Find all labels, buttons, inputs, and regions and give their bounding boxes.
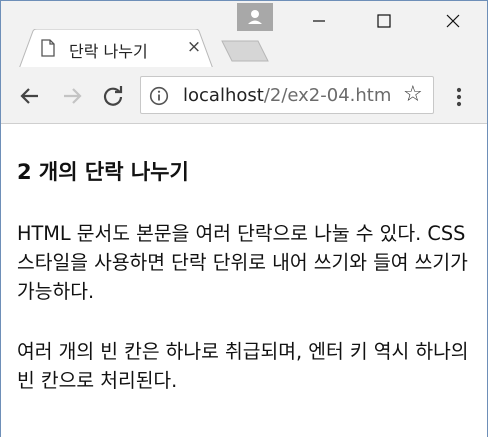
url-host: localhost bbox=[183, 85, 264, 106]
browser-window: 단락 나누기 × localhost/2/ex2-04.htm ☆ 2 개의 단… bbox=[0, 0, 488, 437]
close-icon[interactable] bbox=[438, 9, 468, 33]
url-path: /2/ex2-04.htm bbox=[263, 85, 392, 106]
tab-close-icon[interactable]: × bbox=[185, 37, 203, 57]
star-icon[interactable]: ☆ bbox=[403, 83, 423, 107]
new-tab-button[interactable] bbox=[220, 39, 272, 63]
maximize-icon[interactable] bbox=[369, 9, 399, 33]
paragraph-2: 여러 개의 빈 칸은 하나로 취급되며, 엔터 키 역시 하나의 빈 칸으로 처… bbox=[17, 340, 469, 392]
url-text[interactable]: localhost/2/ex2-04.htm bbox=[183, 85, 395, 106]
tab-strip: 단락 나누기 × bbox=[1, 1, 487, 69]
toolbar: localhost/2/ex2-04.htm ☆ bbox=[1, 67, 487, 124]
page-content: 2 개의 단락 나누기 HTML 문서도 본문을 여러 단락으로 나눌 수 있다… bbox=[1, 125, 487, 437]
person-icon[interactable] bbox=[237, 3, 273, 31]
kebab-menu-icon[interactable] bbox=[448, 85, 470, 109]
info-icon[interactable] bbox=[149, 86, 169, 106]
back-arrow-icon[interactable] bbox=[17, 83, 43, 109]
reload-icon[interactable] bbox=[100, 83, 126, 109]
tab-title: 단락 나누기 bbox=[69, 42, 148, 61]
address-bar[interactable]: localhost/2/ex2-04.htm ☆ bbox=[140, 76, 434, 114]
paragraph-1: HTML 문서도 본문을 여러 단락으로 나눌 수 있다. CSS 스타일을 사… bbox=[17, 222, 468, 303]
page-icon bbox=[41, 39, 55, 57]
page-heading: 2 개의 단락 나누기 bbox=[17, 160, 189, 184]
minimize-icon[interactable] bbox=[304, 9, 334, 33]
forward-arrow-icon[interactable] bbox=[59, 83, 85, 109]
tab-active[interactable]: 단락 나누기 × bbox=[19, 29, 213, 69]
